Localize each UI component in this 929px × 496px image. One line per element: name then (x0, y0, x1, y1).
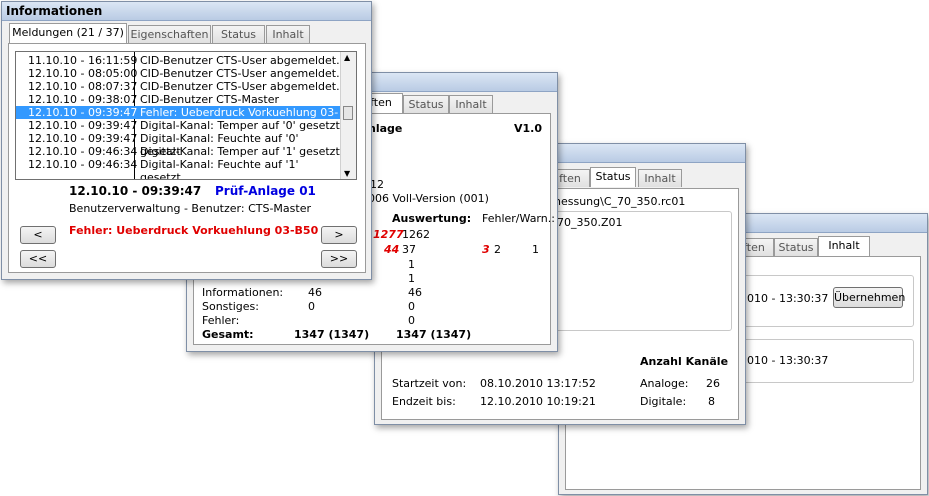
message-text: CID-Benutzer CTS-User abgemeldet. (140, 80, 340, 93)
inhalt-time-2: 2010 - 13:30:37 (740, 354, 829, 367)
gesamt-label: Gesamt: (202, 328, 254, 341)
fehler-value-2: 0 (408, 314, 415, 327)
detail-time: 12.10.10 - 09:39:47 (69, 184, 202, 198)
inhalt-time-1: 2010 - 13:30:37 (740, 292, 829, 305)
row-c-value: 1 (408, 258, 415, 271)
tab-inhalt[interactable]: Inhalt (818, 236, 870, 256)
tab-meldungen[interactable]: Meldungen (21 / 37) (9, 23, 127, 43)
list-item[interactable]: 12.10.10 - 08:05:00 CID-Benutzer CTS-User… (16, 67, 341, 80)
informationen-value-2: 46 (408, 286, 422, 299)
list-item[interactable]: 12.10.10 - 09:46:34 Digital-Kanal: Temper… (16, 145, 341, 158)
informationen-label: Informationen: (202, 286, 284, 299)
sonstiges-value-2: 0 (408, 300, 415, 313)
fehler-warn-header: Fehler/Warn.: (482, 212, 555, 225)
list-item[interactable]: 12.10.10 - 09:38:07 CID-Benutzer CTS-Mast… (16, 93, 341, 119)
message-list[interactable]: 11.10.10 - 16:11:59 CID-Benutzer CTS-User… (15, 51, 357, 180)
analoge-label: Analoge: (640, 377, 689, 390)
message-time: 12.10.10 - 08:05:00 (28, 67, 138, 80)
anzahl-kanaele-label: Anzahl Kanäle (640, 355, 729, 368)
list-item[interactable]: 12.10.10 - 09:39:47 Digital-Kanal: Temper… (16, 119, 341, 132)
tab-inhalt[interactable]: Inhalt (266, 25, 310, 43)
uebernehmen-button[interactable]: Übernehmen (833, 287, 905, 308)
startzeit-label: Startzeit von: (392, 377, 467, 390)
tab-status[interactable]: Status (403, 95, 449, 113)
message-time: 12.10.10 - 08:07:37 (28, 80, 138, 93)
props-line-1: 12 (370, 178, 384, 191)
status-file-group: 70_350.Z01 (554, 211, 732, 331)
scroll-thumb[interactable] (343, 106, 353, 120)
tab-inhalt[interactable]: Inhalt (638, 169, 682, 187)
startzeit-value: 08.10.2010 13:17:52 (480, 377, 596, 390)
props-line-2: 006 Voll-Version (001) (368, 192, 489, 205)
endzeit-value: 12.10.2010 10:19:21 (480, 395, 596, 408)
message-time: 12.10.10 - 09:38:07 (28, 93, 138, 106)
message-time: 12.10.10 - 09:46:34 (28, 158, 138, 171)
version-label: V1.0 (514, 122, 542, 135)
row-d-value: 1 (408, 272, 415, 285)
row-b-red-2: 3 (482, 243, 490, 256)
message-time: 12.10.10 - 09:46:34 (28, 145, 138, 158)
tab-status[interactable]: Status (774, 238, 818, 256)
meldungen-panel: 11.10.10 - 16:11:59 CID-Benutzer CTS-User… (8, 43, 366, 273)
list-item[interactable]: 12.10.10 - 09:39:47 Fehler: Ueberdruck Vo… (16, 106, 341, 132)
endzeit-label: Endzeit bis: (392, 395, 456, 408)
detail-error: Fehler: Ueberdruck Vorkuehlung 03-B50 (69, 224, 319, 237)
tab-status[interactable]: Status (212, 25, 265, 43)
analoge-value: 26 (706, 377, 720, 390)
detail-user: Benutzerverwaltung - Benutzer: CTS-Maste… (69, 202, 311, 215)
fehler-label: Fehler: (202, 314, 240, 327)
row-a-red: 1277 (373, 228, 404, 241)
row-b-value-2: 2 (494, 243, 501, 256)
gesamt-value-2: 1347 (1347) (396, 328, 472, 341)
message-list-scrollbar[interactable]: ▲ ▼ (340, 52, 356, 179)
window-title: Informationen (6, 4, 103, 18)
row-b-value-3: 1 (532, 243, 539, 256)
message-time: 11.10.10 - 16:11:59 (28, 54, 138, 67)
message-text: CID-Benutzer CTS-User abgemeldet. (140, 54, 340, 67)
message-text: CID-Benutzer CTS-User angemeldet. (140, 67, 340, 80)
last-button[interactable]: >> (321, 250, 357, 268)
status-path: nessung\C_70_350.rc01 (554, 195, 686, 208)
list-item[interactable]: 11.10.10 - 16:11:59 CID-Benutzer CTS-User… (16, 54, 341, 67)
status-file: 70_350.Z01 (557, 216, 623, 229)
anlage-title: nlage (368, 122, 403, 135)
next-button[interactable]: > (321, 226, 357, 244)
digitale-label: Digitale: (640, 395, 687, 408)
sonstiges-label: Sonstiges: (202, 300, 259, 313)
first-button[interactable]: << (20, 250, 56, 268)
list-item[interactable]: 12.10.10 - 09:46:34 Digital-Kanal: Feucht… (16, 158, 341, 179)
message-rows: 11.10.10 - 16:11:59 CID-Benutzer CTS-User… (16, 54, 341, 179)
detail-source: Prüf-Anlage 01 (215, 184, 316, 198)
row-b-value: 37 (402, 243, 416, 256)
row-a-value: 1262 (402, 228, 430, 241)
tab-eigenschaften[interactable]: Eigenschaften (128, 25, 211, 43)
message-text: Digital-Kanal: Temper auf '0' gesetzt (140, 119, 340, 132)
informationen-titlebar: Informationen (2, 2, 371, 21)
list-item[interactable]: 12.10.10 - 09:39:47 Digital-Kanal: Feucht… (16, 132, 341, 158)
message-text: Digital-Kanal: Temper auf '1' gesetzt (140, 145, 340, 158)
auswertung-header: Auswertung: (392, 212, 472, 225)
message-text: Digital-Kanal: Feuchte auf '1' gesetzt (140, 158, 299, 180)
tab-status[interactable]: Status (590, 167, 636, 187)
previous-button[interactable]: < (20, 226, 56, 244)
informationen-window: Informationen Meldungen (21 / 37) Eigens… (1, 1, 372, 280)
scroll-up-icon[interactable]: ▲ (344, 53, 350, 62)
digitale-value: 8 (708, 395, 715, 408)
message-time: 12.10.10 - 09:39:47 (28, 106, 138, 119)
message-time: 12.10.10 - 09:39:47 (28, 119, 138, 132)
gesamt-value-1: 1347 (1347) (294, 328, 370, 341)
tab-inhalt[interactable]: Inhalt (449, 95, 493, 113)
message-time: 12.10.10 - 09:39:47 (28, 132, 138, 145)
list-item[interactable]: 12.10.10 - 08:07:37 CID-Benutzer CTS-User… (16, 80, 341, 93)
sonstiges-value-1: 0 (308, 300, 315, 313)
informationen-value-1: 46 (308, 286, 322, 299)
scroll-down-icon[interactable]: ▼ (344, 169, 350, 178)
row-b-red: 44 (384, 243, 400, 256)
